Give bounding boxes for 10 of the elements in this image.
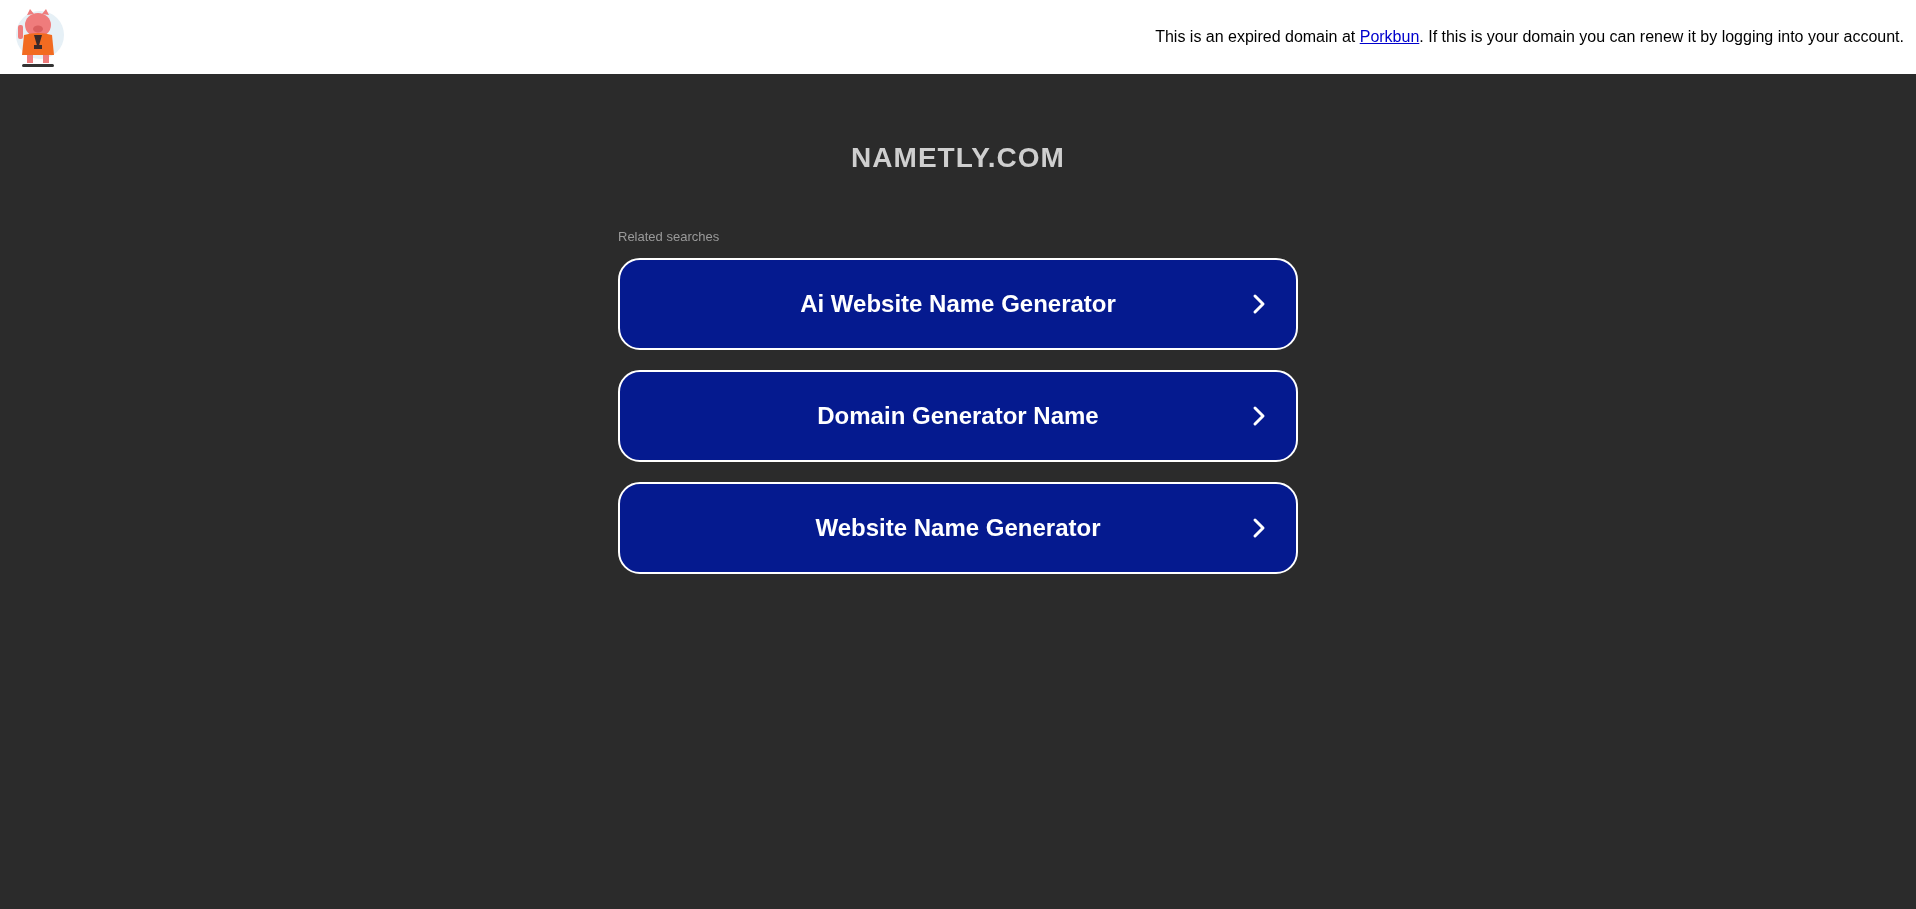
chevron-right-icon <box>1252 405 1266 427</box>
related-search-button[interactable]: Ai Website Name Generator <box>618 258 1298 350</box>
chevron-right-icon <box>1252 517 1266 539</box>
expired-domain-notice: This is an expired domain at Porkbun. If this is your domain you can renew it by logging into your account. <box>1155 28 1904 46</box>
porkbun-link[interactable]: Porkbun <box>1359 28 1420 45</box>
related-search-button[interactable]: Domain Generator Name <box>618 370 1298 462</box>
related-search-button[interactable]: Website Name Generator <box>618 482 1298 574</box>
chevron-right-icon <box>1252 293 1266 315</box>
related-searches-label: Related searches <box>618 229 721 244</box>
domain-title: NAMETLY.COM <box>851 142 1065 174</box>
